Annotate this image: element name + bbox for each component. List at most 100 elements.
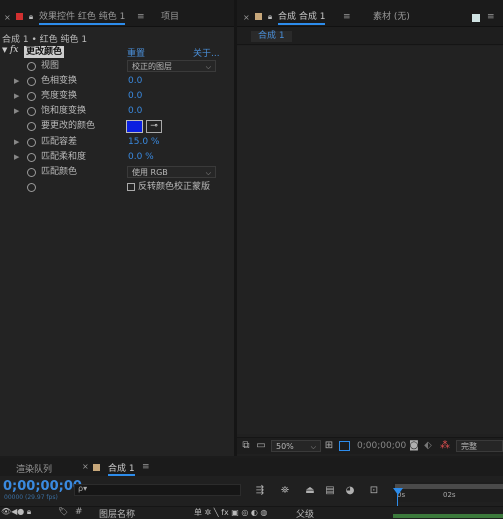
timeline-search-input[interactable]: ρ▾ [74,484,241,496]
resolution-select[interactable]: 完整 [456,440,503,452]
monitor-icon[interactable]: ▭ [255,440,267,452]
comp-flowchart-icon[interactable]: ⇶ [254,485,266,497]
prop-color-to-change: 要更改的颜色 ⊸ [0,119,224,134]
stopwatch-icon[interactable] [27,183,36,192]
view-select-value: 校正的图层 [132,62,172,71]
invert-mask-checkbox[interactable] [127,183,135,191]
stopwatch-icon[interactable] [27,122,36,131]
composition-tab[interactable]: 🔒︎ 合成 合成 1 [255,10,326,25]
close-tab-icon[interactable]: × [4,11,11,25]
snapshot-region-icon[interactable]: ⧉ [241,440,251,452]
zoom-value: 50% [276,442,294,451]
stopwatch-icon[interactable] [27,107,36,116]
search-icon: ρ▾ [78,484,88,493]
graph-editor-icon[interactable]: ⊡ [368,485,380,497]
work-area-bar[interactable] [395,484,503,489]
motion-blur-icon[interactable]: ◕ [344,485,356,497]
viewer-toolbar: ⧉ ▭ 50% ⌵ ⊞ 0;00;00;00 ◙ ⬖ ⁂ 完整 [237,437,503,454]
prop-invert-mask: 反转颜色校正蒙版 [0,180,224,195]
prop-label: 匹配柔和度 [41,152,87,162]
composition-panel: × 🔒︎ 合成 合成 1 ≡ 素材 (无) ≡ 合成 1 ⧉ ▭ 50% ⌵ ⊞… [237,0,503,456]
chevron-down-icon: ⌵ [205,169,211,177]
time-ruler[interactable]: 0s 02s [393,482,503,514]
prop-matching-tolerance: ▶ 匹配容差 15.0 % [0,135,224,150]
prop-lightness-transform: ▶ 亮度变换 0.0 [0,89,224,104]
expand-arrow-icon[interactable]: ▶ [14,135,19,150]
render-queue-tab[interactable]: 渲染队列 [16,462,52,475]
match-colors-value: 使用 RGB [132,168,168,177]
match-colors-select[interactable]: 使用 RGB ⌵ [127,166,216,178]
composition-viewer[interactable] [237,46,503,434]
col-source-name[interactable]: 图层名称 [99,507,135,519]
view-select[interactable]: 校正的图层 ⌵ [127,60,216,72]
shy-layers-icon[interactable]: ⏏ [304,485,316,497]
draft-3d-icon[interactable]: ⛯ [279,485,291,497]
stopwatch-icon[interactable] [27,138,36,147]
eyedropper-icon[interactable]: ⊸ [146,120,162,133]
timeline-timecode[interactable]: 0;00;00;00 [3,479,82,494]
stopwatch-icon[interactable] [27,62,36,71]
prop-label: 色相变换 [41,76,78,86]
stopwatch-icon[interactable] [27,153,36,162]
panel-menu-icon[interactable]: ≡ [137,10,145,24]
comp-swatch-icon [255,13,262,20]
close-tab-icon[interactable]: × [243,11,250,25]
layer-header-row: 👁︎◀︎● 🔒︎ 🏷︎ # 图层名称 单 ✲ ╲ fx ▣ ◎ ◐ ◍ 父级 [0,506,503,519]
label-tag-icon[interactable]: 🏷︎ [58,507,68,516]
stopwatch-icon[interactable] [27,77,36,86]
av-switch-icons[interactable]: 👁︎◀︎● 🔒︎ [1,507,31,517]
frame-blending-icon[interactable]: ▤ [324,485,336,497]
composition-tabbar: × 🔒︎ 合成 合成 1 ≡ 素材 (无) ≡ [237,0,503,27]
expand-arrow-icon[interactable]: ▶ [14,150,19,165]
panel-menu-icon[interactable]: ≡ [343,10,351,24]
expand-arrow-icon[interactable]: ▶ [14,104,19,119]
prop-label: 亮度变换 [41,91,78,101]
stopwatch-icon[interactable] [27,92,36,101]
timeline-fps: 00000 (29.97 fps) [4,494,58,501]
composition-tab-label: 合成 合成 1 [278,12,326,25]
chevron-down-icon: ⌵ [205,63,211,71]
prop-view: 视图 校正的图层 ⌵ [0,59,224,74]
fx-toggle[interactable]: fx [10,45,18,55]
comp-subtab-row: 合成 1 [237,27,503,45]
panel-menu-icon[interactable]: ≡ [142,462,150,472]
camera-snapshot-icon[interactable]: ◙ [409,440,419,452]
effect-header-row: ▼ fx 更改颜色 重置 关于... [0,45,224,59]
reset-link[interactable]: 重置 [127,46,145,59]
chevron-down-icon: ⌵ [310,443,316,451]
expand-arrow-icon[interactable]: ▼ [2,46,7,54]
timeline-comp-tab[interactable]: 合成 1 [108,461,135,476]
effect-name[interactable]: 更改颜色 [24,46,65,58]
comp-swatch-icon [93,464,100,471]
color-swatch[interactable] [126,120,143,133]
prop-value[interactable]: 0.0 [128,104,142,119]
grid-guide-icon[interactable]: ⊞ [324,440,334,452]
stopwatch-icon[interactable] [27,168,36,177]
prop-value[interactable]: 0.0 [128,74,142,89]
prop-value[interactable]: 0.0 [128,89,142,104]
expand-arrow-icon[interactable]: ▶ [14,89,19,104]
panel-menu-icon[interactable]: ≡ [487,10,495,24]
prop-label: 匹配容差 [41,137,78,147]
zoom-select[interactable]: 50% ⌵ [271,440,321,452]
color-channels-icon[interactable]: ⁂ [438,440,452,452]
about-link[interactable]: 关于... [193,46,220,59]
prop-value[interactable]: 15.0 % [128,135,159,150]
lock-icon: 🔒︎ [28,12,34,21]
project-tab[interactable]: 项目 [161,10,179,24]
col-parent[interactable]: 父级 [296,507,314,519]
switches-header[interactable]: 单 ✲ ╲ fx ▣ ◎ ◐ ◍ [194,507,267,518]
prop-label: 要更改的颜色 [41,121,96,131]
footage-tab[interactable]: 素材 (无) [373,10,410,24]
playhead-icon[interactable] [393,488,403,495]
comp-subtab[interactable]: 合成 1 [251,31,292,42]
show-snapshot-icon[interactable]: ⬖ [423,440,433,452]
effect-controls-tab[interactable]: 🔒︎ 效果控件 红色 纯色 1 [16,10,126,25]
close-tab-icon[interactable]: × [82,462,89,471]
expand-arrow-icon[interactable]: ▶ [14,74,19,89]
mask-visibility-icon[interactable] [339,441,350,451]
timecode-display[interactable]: 0;00;00;00 [357,441,406,451]
prop-value[interactable]: 0.0 % [128,150,154,165]
invert-mask-label: 反转颜色校正蒙版 [138,182,211,192]
panel-square-icon[interactable] [472,14,480,22]
